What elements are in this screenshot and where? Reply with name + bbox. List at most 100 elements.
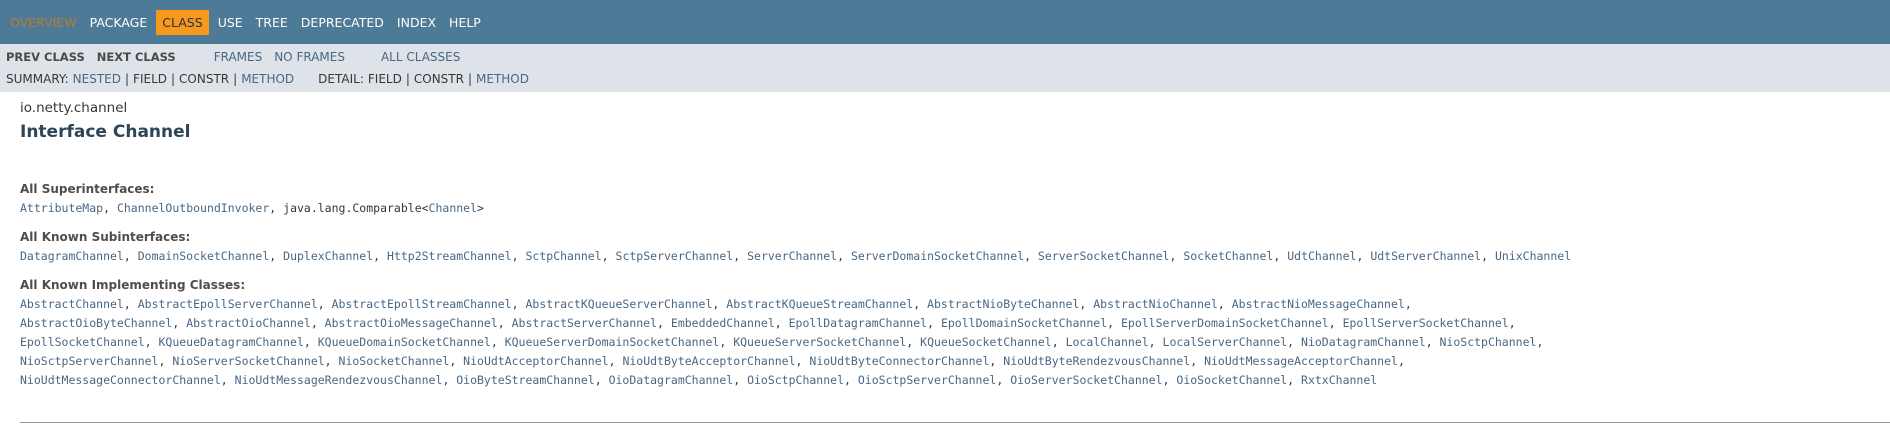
separator: , [906, 335, 921, 349]
type-link[interactable]: LocalServerChannel [1163, 335, 1288, 349]
separator: , [144, 335, 159, 349]
superinterfaces-heading: All Superinterfaces: [20, 182, 155, 196]
no-frames-link[interactable]: NO FRAMES [274, 50, 345, 64]
type-link[interactable]: NioUdtMessageRendezvousChannel [235, 373, 443, 387]
type-link[interactable]: AbstractOioByteChannel [20, 316, 172, 330]
type-link[interactable]: KQueueServerDomainSocketChannel [505, 335, 720, 349]
type-link[interactable]: AbstractKQueueServerChannel [525, 297, 712, 311]
type-link[interactable]: EpollServerSocketChannel [1343, 316, 1509, 330]
type-link[interactable]: AbstractNioByteChannel [927, 297, 1079, 311]
separator: , [1162, 373, 1177, 387]
separator: | [125, 72, 130, 86]
type-link[interactable]: ServerSocketChannel [1038, 249, 1170, 263]
type-link[interactable]: NioUdtMessageConnectorChannel [20, 373, 221, 387]
type-link[interactable]: AbstractNioMessageChannel [1232, 297, 1405, 311]
type-link[interactable]: KQueueSocketChannel [920, 335, 1052, 349]
type-link[interactable]: KQueueDomainSocketChannel [318, 335, 491, 349]
type-link[interactable]: Http2StreamChannel [387, 249, 512, 263]
separator: , [1217, 297, 1232, 311]
separator: , [324, 354, 339, 368]
type-link[interactable]: SctpServerChannel [616, 249, 734, 263]
type-link[interactable]: NioSctpServerChannel [20, 354, 158, 368]
type-link[interactable]: EpollServerDomainSocketChannel [1121, 316, 1329, 330]
implementing-classes-section: All Known Implementing Classes: Abstract… [20, 278, 1890, 390]
type-link[interactable]: Channel [429, 201, 477, 215]
nav-package[interactable]: PACKAGE [86, 10, 152, 35]
nav-deprecated[interactable]: DEPRECATED [297, 10, 388, 35]
type-link[interactable]: DomainSocketChannel [138, 249, 270, 263]
type-link[interactable]: NioUdtAcceptorChannel [463, 354, 608, 368]
type-link[interactable]: AbstractEpollServerChannel [138, 297, 318, 311]
separator: | [405, 72, 410, 86]
type-link[interactable]: NioUdtByteAcceptorChannel [622, 354, 795, 368]
sub-nav-bar: PREV CLASS NEXT CLASS FRAMES NO FRAMES A… [0, 44, 1890, 92]
separator: , [844, 373, 858, 387]
next-class-label: NEXT CLASS [96, 50, 176, 64]
type-link[interactable]: RxtxChannel [1301, 373, 1377, 387]
type-link[interactable]: NioServerSocketChannel [172, 354, 324, 368]
type-link[interactable]: OioDatagramChannel [609, 373, 734, 387]
type-link[interactable]: ServerChannel [747, 249, 837, 263]
separator: , [601, 249, 616, 263]
superinterfaces-section: All Superinterfaces: AttributeMap, Chann… [20, 182, 1890, 218]
type-link[interactable]: ServerDomainSocketChannel [851, 249, 1024, 263]
type-link[interactable]: AbstractOioMessageChannel [325, 316, 498, 330]
summary-method-link[interactable]: METHOD [241, 72, 294, 86]
type-link[interactable]: OioSctpServerChannel [858, 373, 996, 387]
class-description: io.netty.channel Interface Channel All S… [0, 100, 1890, 390]
type-link[interactable]: EpollSocketChannel [20, 335, 145, 349]
nav-help[interactable]: HELP [445, 10, 485, 35]
type-link[interactable]: AbstractOioChannel [186, 316, 311, 330]
type-link[interactable]: OioSocketChannel [1176, 373, 1287, 387]
nav-class[interactable]: CLASS [156, 9, 209, 35]
type-link[interactable]: EpollDatagramChannel [789, 316, 927, 330]
all-classes-link[interactable]: ALL CLASSES [381, 50, 460, 64]
type-link[interactable]: ChannelOutboundInvoker [117, 201, 269, 215]
type-link[interactable]: KQueueDatagramChannel [158, 335, 303, 349]
separator: , [269, 249, 284, 263]
frames-link[interactable]: FRAMES [214, 50, 263, 64]
nav-use[interactable]: USE [214, 10, 247, 35]
type-link[interactable]: NioSocketChannel [339, 354, 450, 368]
type-link[interactable]: AbstractServerChannel [512, 316, 657, 330]
type-link[interactable]: UdtServerChannel [1370, 249, 1481, 263]
nav-tree[interactable]: TREE [252, 10, 292, 35]
type-link[interactable]: AbstractEpollStreamChannel [332, 297, 512, 311]
separator: , [1190, 354, 1205, 368]
separator: | [233, 72, 238, 86]
type-link[interactable]: NioSctpChannel [1440, 335, 1537, 349]
type-link[interactable]: OioServerSocketChannel [1010, 373, 1162, 387]
type-link[interactable]: OioByteStreamChannel [456, 373, 594, 387]
type-link[interactable]: NioUdtByteRendezvousChannel [1003, 354, 1190, 368]
separator: , [1079, 297, 1094, 311]
nav-index[interactable]: INDEX [393, 10, 440, 35]
type-link[interactable]: UdtChannel [1287, 249, 1356, 263]
type-link[interactable]: DatagramChannel [20, 249, 124, 263]
separator: , [657, 316, 671, 330]
type-link[interactable]: EmbeddedChannel [671, 316, 775, 330]
nav-overview[interactable]: OVERVIEW [6, 10, 81, 35]
type-link[interactable]: SctpChannel [526, 249, 602, 263]
type-link[interactable]: SocketChannel [1183, 249, 1273, 263]
separator: , [158, 354, 173, 368]
summary-field: FIELD [133, 72, 167, 86]
separator: , [719, 335, 734, 349]
type-link[interactable]: NioUdtMessageAcceptorChannel [1204, 354, 1398, 368]
type-link[interactable]: AbstractNioChannel [1093, 297, 1218, 311]
detail-method-link[interactable]: METHOD [476, 72, 529, 86]
type-link[interactable]: LocalChannel [1066, 335, 1149, 349]
type-link[interactable]: UnixChannel [1495, 249, 1571, 263]
separator: , [1356, 249, 1371, 263]
detail-field: FIELD [367, 72, 402, 86]
detail-constr: CONSTR [413, 72, 464, 86]
type-link[interactable]: KQueueServerSocketChannel [733, 335, 906, 349]
type-link[interactable]: EpollDomainSocketChannel [941, 316, 1107, 330]
type-link[interactable]: AbstractKQueueStreamChannel [726, 297, 913, 311]
type-link[interactable]: DuplexChannel [283, 249, 373, 263]
separator: , [837, 249, 851, 263]
type-link[interactable]: AttributeMap [20, 201, 103, 215]
type-link[interactable]: NioDatagramChannel [1301, 335, 1426, 349]
type-link[interactable]: AbstractChannel [20, 297, 124, 311]
type-link[interactable]: OioSctpChannel [747, 373, 844, 387]
type-link[interactable]: NioUdtByteConnectorChannel [809, 354, 989, 368]
